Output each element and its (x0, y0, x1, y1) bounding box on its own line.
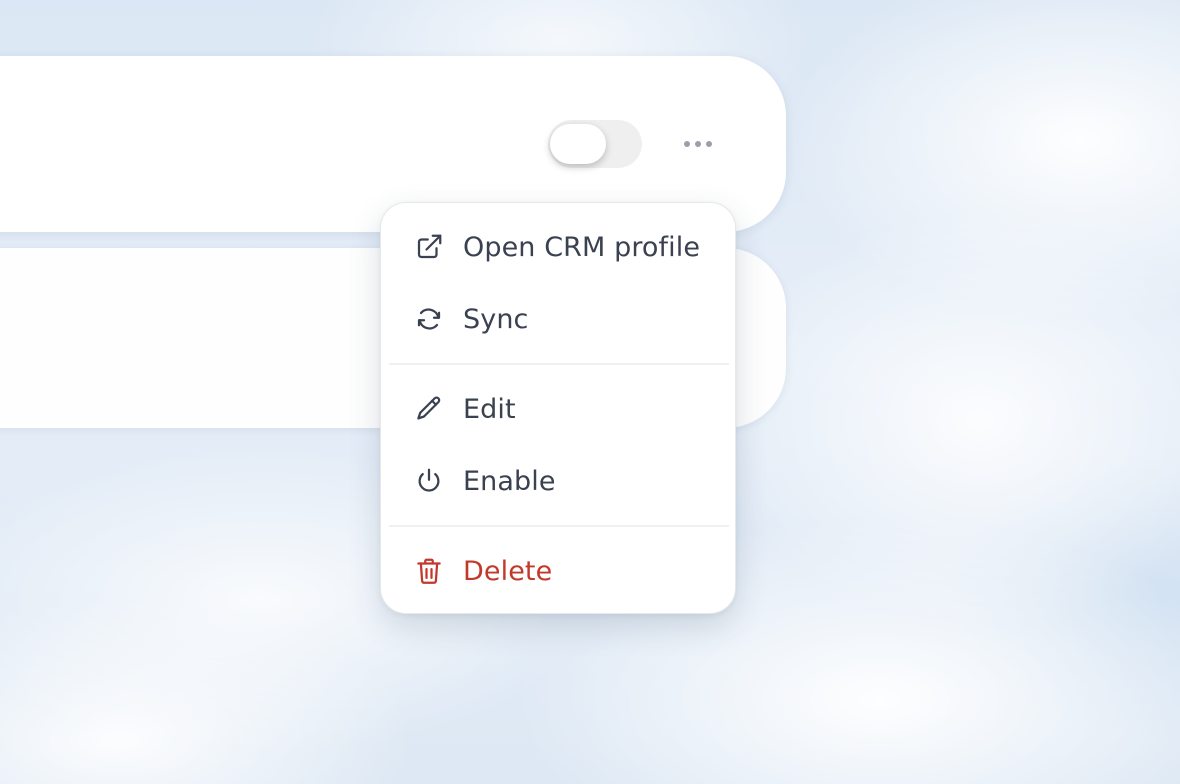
menu-item-sync[interactable]: Sync (389, 287, 729, 351)
enable-toggle[interactable] (548, 120, 642, 168)
more-actions-button[interactable] (672, 124, 724, 164)
menu-item-delete[interactable]: Delete (389, 539, 729, 603)
external-link-icon (413, 231, 445, 263)
menu-item-label: Open CRM profile (463, 231, 701, 263)
more-dot (684, 141, 690, 147)
menu-item-label: Edit (463, 393, 516, 425)
actions-dropdown-menu: Open CRM profile Sync Edit Enable Delete (380, 202, 736, 614)
more-dot (695, 141, 701, 147)
pencil-icon (413, 393, 445, 425)
more-dot (706, 141, 712, 147)
menu-item-open-crm-profile[interactable]: Open CRM profile (389, 215, 729, 279)
menu-item-enable[interactable]: Enable (389, 449, 729, 513)
refresh-icon (413, 303, 445, 335)
menu-item-label: Enable (463, 465, 556, 497)
toggle-knob (550, 124, 606, 164)
power-icon (413, 465, 445, 497)
menu-item-label: Sync (463, 303, 529, 335)
menu-divider (389, 363, 729, 365)
menu-divider (389, 525, 729, 527)
menu-item-label: Delete (463, 555, 553, 587)
menu-item-edit[interactable]: Edit (389, 377, 729, 441)
trash-icon (413, 555, 445, 587)
